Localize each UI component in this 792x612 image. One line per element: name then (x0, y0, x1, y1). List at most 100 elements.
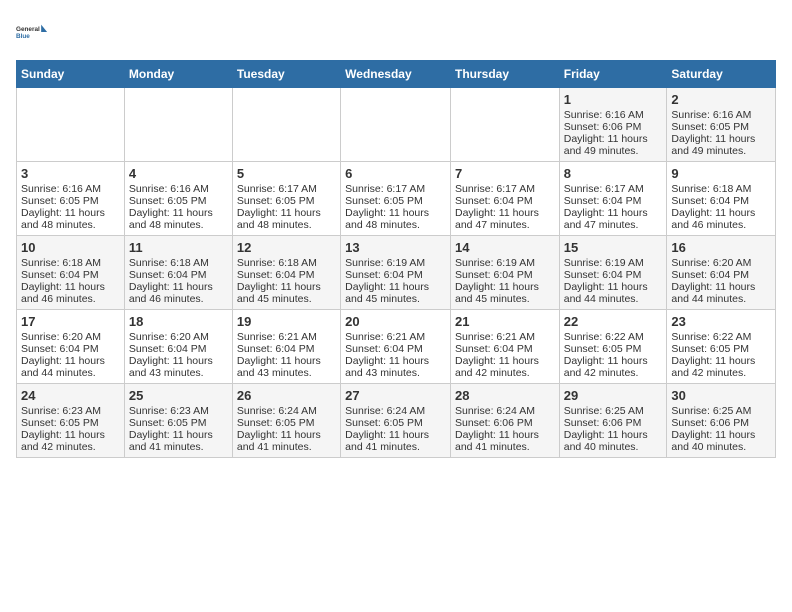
day-number: 9 (671, 166, 771, 181)
calendar-cell: 1Sunrise: 6:16 AMSunset: 6:06 PMDaylight… (559, 88, 667, 162)
weekday-header-row: SundayMondayTuesdayWednesdayThursdayFrid… (17, 61, 776, 88)
weekday-header-saturday: Saturday (667, 61, 776, 88)
calendar-cell: 18Sunrise: 6:20 AMSunset: 6:04 PMDayligh… (124, 310, 232, 384)
day-info-line: Daylight: 11 hours and 41 minutes. (237, 429, 336, 453)
day-info-line: Sunrise: 6:20 AM (671, 257, 771, 269)
calendar-cell: 9Sunrise: 6:18 AMSunset: 6:04 PMDaylight… (667, 162, 776, 236)
day-info-line: Daylight: 11 hours and 48 minutes. (129, 207, 228, 231)
day-info-line: Sunrise: 6:18 AM (671, 183, 771, 195)
day-info-line: Daylight: 11 hours and 42 minutes. (455, 355, 555, 379)
day-info-line: Sunrise: 6:25 AM (671, 405, 771, 417)
day-number: 4 (129, 166, 228, 181)
calendar-cell (124, 88, 232, 162)
day-info-line: Sunrise: 6:22 AM (564, 331, 663, 343)
weekday-header-wednesday: Wednesday (341, 61, 451, 88)
day-info-line: Sunrise: 6:24 AM (455, 405, 555, 417)
day-info-line: Daylight: 11 hours and 48 minutes. (345, 207, 446, 231)
day-info-line: Sunrise: 6:21 AM (237, 331, 336, 343)
day-number: 13 (345, 240, 446, 255)
day-number: 22 (564, 314, 663, 329)
day-info-line: Sunrise: 6:24 AM (237, 405, 336, 417)
day-info-line: Daylight: 11 hours and 46 minutes. (129, 281, 228, 305)
calendar-cell: 12Sunrise: 6:18 AMSunset: 6:04 PMDayligh… (232, 236, 340, 310)
day-info-line: Sunset: 6:04 PM (129, 269, 228, 281)
day-info-line: Daylight: 11 hours and 43 minutes. (345, 355, 446, 379)
calendar-week-2: 3Sunrise: 6:16 AMSunset: 6:05 PMDaylight… (17, 162, 776, 236)
day-info-line: Sunset: 6:06 PM (564, 417, 663, 429)
weekday-header-friday: Friday (559, 61, 667, 88)
day-info-line: Sunrise: 6:21 AM (455, 331, 555, 343)
day-info-line: Daylight: 11 hours and 49 minutes. (564, 133, 663, 157)
day-info-line: Sunset: 6:05 PM (129, 195, 228, 207)
day-number: 8 (564, 166, 663, 181)
day-info-line: Daylight: 11 hours and 47 minutes. (455, 207, 555, 231)
calendar-cell: 15Sunrise: 6:19 AMSunset: 6:04 PMDayligh… (559, 236, 667, 310)
day-info-line: Sunrise: 6:16 AM (129, 183, 228, 195)
calendar-cell: 17Sunrise: 6:20 AMSunset: 6:04 PMDayligh… (17, 310, 125, 384)
day-number: 11 (129, 240, 228, 255)
day-number: 15 (564, 240, 663, 255)
day-info-line: Sunset: 6:05 PM (671, 121, 771, 133)
day-info-line: Daylight: 11 hours and 45 minutes. (237, 281, 336, 305)
day-info-line: Sunrise: 6:24 AM (345, 405, 446, 417)
calendar-cell: 19Sunrise: 6:21 AMSunset: 6:04 PMDayligh… (232, 310, 340, 384)
day-number: 28 (455, 388, 555, 403)
day-info-line: Sunset: 6:04 PM (129, 343, 228, 355)
day-number: 5 (237, 166, 336, 181)
day-info-line: Daylight: 11 hours and 41 minutes. (345, 429, 446, 453)
day-number: 1 (564, 92, 663, 107)
day-info-line: Sunrise: 6:19 AM (345, 257, 446, 269)
day-info-line: Daylight: 11 hours and 49 minutes. (671, 133, 771, 157)
day-info-line: Sunset: 6:05 PM (129, 417, 228, 429)
calendar-table: SundayMondayTuesdayWednesdayThursdayFrid… (16, 60, 776, 458)
calendar-cell (17, 88, 125, 162)
calendar-cell: 22 Sunrise: 6:22 AMSunset: 6:05 PMDayligh… (559, 310, 667, 384)
day-info-line: Sunset: 6:05 PM (564, 343, 663, 355)
day-info-line: Daylight: 11 hours and 42 minutes. (671, 355, 771, 379)
svg-text:General: General (16, 26, 40, 33)
day-info-line: Daylight: 11 hours and 47 minutes. (564, 207, 663, 231)
day-number: 3 (21, 166, 120, 181)
day-info-line: Sunset: 6:06 PM (455, 417, 555, 429)
day-info-line: Daylight: 11 hours and 40 minutes. (671, 429, 771, 453)
day-info-line: Daylight: 11 hours and 42 minutes. (564, 355, 663, 379)
weekday-header-tuesday: Tuesday (232, 61, 340, 88)
day-number: 16 (671, 240, 771, 255)
day-info-line: Sunrise: 6:17 AM (345, 183, 446, 195)
day-info-line: Daylight: 11 hours and 43 minutes. (129, 355, 228, 379)
day-info-line: Sunset: 6:05 PM (671, 343, 771, 355)
calendar-cell: 21Sunrise: 6:21 AMSunset: 6:04 PMDayligh… (450, 310, 559, 384)
weekday-header-sunday: Sunday (17, 61, 125, 88)
day-number: 27 (345, 388, 446, 403)
calendar-cell: 30Sunrise: 6:25 AMSunset: 6:06 PMDayligh… (667, 384, 776, 458)
day-info-line: Sunrise: 6:16 AM (21, 183, 120, 195)
day-info-line: Sunset: 6:04 PM (671, 195, 771, 207)
day-info-line: Sunrise: 6:16 AM (671, 109, 771, 121)
day-info-line: Sunrise: 6:18 AM (21, 257, 120, 269)
day-number: 2 (671, 92, 771, 107)
day-info-line: Sunset: 6:04 PM (21, 269, 120, 281)
calendar-cell: 25Sunrise: 6:23 AMSunset: 6:05 PMDayligh… (124, 384, 232, 458)
day-number: 26 (237, 388, 336, 403)
day-info-line: Daylight: 11 hours and 41 minutes. (129, 429, 228, 453)
day-info-line: Daylight: 11 hours and 44 minutes. (21, 355, 120, 379)
day-number: 23 (671, 314, 771, 329)
calendar-cell: 6Sunrise: 6:17 AMSunset: 6:05 PMDaylight… (341, 162, 451, 236)
day-number: 10 (21, 240, 120, 255)
logo-icon: GeneralBlue (16, 16, 48, 48)
day-info-line: Sunrise: 6:25 AM (564, 405, 663, 417)
calendar-cell: 20Sunrise: 6:21 AMSunset: 6:04 PMDayligh… (341, 310, 451, 384)
day-info-line: Sunset: 6:04 PM (671, 269, 771, 281)
day-info-line: Sunset: 6:04 PM (237, 269, 336, 281)
day-number: 18 (129, 314, 228, 329)
day-info-line: Daylight: 11 hours and 46 minutes. (21, 281, 120, 305)
calendar-cell: 11Sunrise: 6:18 AMSunset: 6:04 PMDayligh… (124, 236, 232, 310)
day-info-line: Sunrise: 6:23 AM (21, 405, 120, 417)
calendar-cell: 29Sunrise: 6:25 AMSunset: 6:06 PMDayligh… (559, 384, 667, 458)
day-number: 14 (455, 240, 555, 255)
day-info-line: Sunrise: 6:17 AM (455, 183, 555, 195)
calendar-cell: 16Sunrise: 6:20 AMSunset: 6:04 PMDayligh… (667, 236, 776, 310)
day-number: 12 (237, 240, 336, 255)
day-info-line: Daylight: 11 hours and 45 minutes. (345, 281, 446, 305)
weekday-header-monday: Monday (124, 61, 232, 88)
